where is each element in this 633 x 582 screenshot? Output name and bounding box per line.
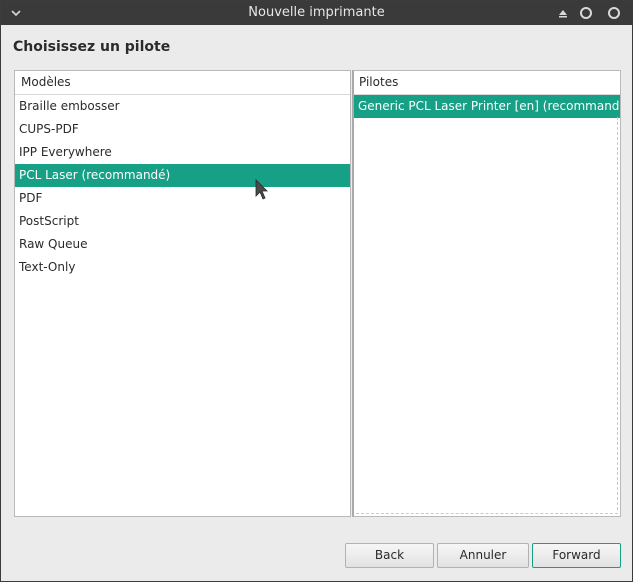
model-list-item[interactable]: IPP Everywhere <box>15 141 350 164</box>
page-title: Choisissez un pilote <box>13 39 171 55</box>
forward-button[interactable]: Forward <box>532 543 621 568</box>
models-column-header[interactable]: Modèles <box>15 71 350 95</box>
model-list-item[interactable]: PostScript <box>15 210 350 233</box>
models-list[interactable]: Modèles Braille embosser CUPS-PDF IPP Ever… <box>14 70 351 517</box>
close-window-icon[interactable] <box>607 6 621 20</box>
minimize-window-icon[interactable] <box>579 6 593 20</box>
shade-window-icon[interactable] <box>556 6 570 20</box>
drivers-list[interactable]: Pilotes Generic PCL Laser Printer [en] (… <box>352 70 621 517</box>
drop-area-border <box>617 117 618 510</box>
back-button[interactable]: Back <box>345 543 434 568</box>
model-list-item[interactable]: CUPS-PDF <box>15 118 350 141</box>
mouse-pointer-icon <box>255 179 269 201</box>
window-title: Nouvelle imprimante <box>248 5 385 20</box>
model-list-item[interactable]: Text-Only <box>15 256 350 279</box>
model-list-item[interactable]: PCL Laser (recommandé) <box>15 164 350 187</box>
model-list-item[interactable]: Raw Queue <box>15 233 350 256</box>
cancel-button[interactable]: Annuler <box>437 543 529 568</box>
driver-list-item[interactable]: Generic PCL Laser Printer [en] (recomman… <box>354 95 620 118</box>
drivers-column-header[interactable]: Pilotes <box>354 71 620 95</box>
drop-area-border-bottom <box>356 513 618 514</box>
model-list-item[interactable]: PDF <box>15 187 350 210</box>
new-printer-dialog: Nouvelle imprimante Choisissez un pilote… <box>0 0 633 582</box>
model-list-item[interactable]: Braille embosser <box>15 95 350 118</box>
title-bar: Nouvelle imprimante <box>1 1 632 25</box>
